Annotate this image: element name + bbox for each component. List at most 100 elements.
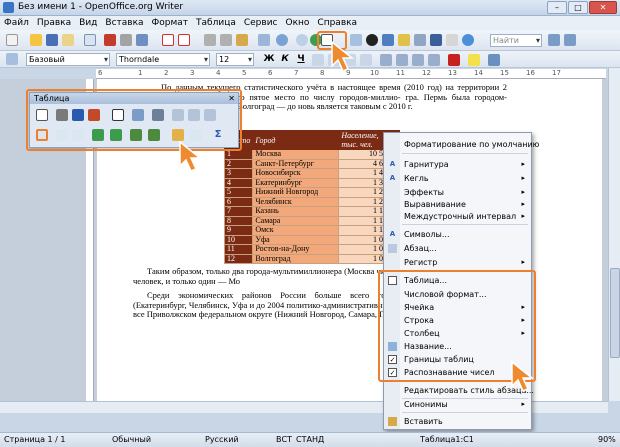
print-icon[interactable] <box>120 34 132 46</box>
redo-icon[interactable] <box>296 34 308 46</box>
table-cell-num[interactable]: 8 <box>223 215 254 226</box>
cut-icon[interactable] <box>204 34 216 46</box>
table-cell-city[interactable]: Челябинск <box>252 196 340 207</box>
table-cell-num[interactable]: 12 <box>223 253 254 264</box>
find-prev-icon[interactable] <box>548 34 560 46</box>
find-next-icon[interactable] <box>564 34 576 46</box>
autospellcheck-icon[interactable] <box>178 34 190 46</box>
menu-item-paste[interactable]: Вставить <box>384 416 531 427</box>
table-row: 1Москва10 563,0 <box>223 149 400 160</box>
table-row: 3Новосибирск1 409,0 <box>223 168 400 179</box>
justify-icon[interactable] <box>360 54 372 66</box>
menu-tools[interactable]: Сервис <box>240 16 282 30</box>
underline-button[interactable]: Ч <box>294 53 308 66</box>
menu-item-paragraph[interactable]: Абзац... <box>384 243 531 254</box>
font-color-icon[interactable] <box>448 54 460 66</box>
copy-icon[interactable] <box>220 34 232 46</box>
menu-item-size[interactable]: A Кегль ▸ <box>384 173 531 184</box>
table-cell-num[interactable]: 3 <box>223 168 254 179</box>
menu-item-characters[interactable]: A Символы... <box>384 229 531 240</box>
status-selection-mode[interactable]: СТАНД <box>296 435 324 444</box>
table-cell-city[interactable]: Новосибирск <box>252 168 340 179</box>
table-cell-city[interactable]: Самара <box>252 215 340 226</box>
datasources-icon[interactable] <box>414 34 426 46</box>
table-cell-num[interactable]: 9 <box>223 225 254 236</box>
menu-item-effects[interactable]: Эффекты ▸ <box>384 187 531 198</box>
table-cell-num[interactable]: 5 <box>223 187 254 198</box>
menu-item-edit-paragraph-style[interactable]: Редактировать стиль абзаца... <box>384 385 534 396</box>
table-cell-city[interactable]: Уфа <box>252 234 340 245</box>
table-cell-city[interactable]: Казань <box>252 206 340 217</box>
numbering-icon[interactable] <box>380 54 392 66</box>
menu-item-font[interactable]: A Гарнитура ▸ <box>384 159 531 170</box>
city-table[interactable]: Место Город Население, тыс. чел. 1Москва… <box>223 130 400 264</box>
paste-icon[interactable] <box>236 34 248 46</box>
find-icon[interactable] <box>366 34 378 46</box>
table-cell-city[interactable]: Волгоград <box>252 253 340 264</box>
scrollbar-thumb[interactable] <box>610 268 620 358</box>
help-icon[interactable] <box>462 34 474 46</box>
page-preview-icon[interactable] <box>136 34 148 46</box>
close-button[interactable]: ✕ <box>589 1 617 14</box>
bullets-icon[interactable] <box>396 54 408 66</box>
table-cell-city[interactable]: Ростов-на-Дону <box>252 244 340 255</box>
align-left-icon[interactable] <box>312 54 324 66</box>
menu-view[interactable]: Вид <box>75 16 101 30</box>
styles-icon[interactable] <box>6 53 18 65</box>
status-insert-mode[interactable]: ВСТ <box>276 435 292 444</box>
navigator-icon[interactable] <box>382 34 394 46</box>
menu-edit[interactable]: Правка <box>33 16 75 30</box>
highlight-color-icon[interactable] <box>468 54 480 66</box>
bold-button[interactable]: Ж <box>262 53 276 66</box>
menu-item-case[interactable]: Регистр ▸ <box>384 257 531 268</box>
email-icon[interactable] <box>62 34 74 46</box>
font-size-select[interactable]: 12 <box>216 53 254 66</box>
menu-item-synonyms[interactable]: Синонимы ▸ <box>384 399 531 410</box>
increase-indent-icon[interactable] <box>428 54 440 66</box>
maximize-button[interactable]: □ <box>568 1 588 14</box>
menu-table[interactable]: Таблица <box>192 16 240 30</box>
table-cell-city[interactable]: Нижний Новгород <box>252 187 340 198</box>
table-cell-num[interactable]: 7 <box>223 206 254 217</box>
menu-format[interactable]: Формат <box>148 16 193 30</box>
background-color-icon[interactable] <box>488 54 500 66</box>
table-cell-city[interactable]: Санкт-Петербург <box>252 158 340 169</box>
menu-item-default-format[interactable]: Форматирование по умолчанию <box>384 139 539 150</box>
menu-item-line-spacing[interactable]: Междустрочный интервал ▸ <box>384 211 531 222</box>
table-cell-city[interactable]: Москва <box>252 149 340 160</box>
export-pdf-icon[interactable] <box>104 34 116 46</box>
undo-icon[interactable] <box>276 34 288 46</box>
new-document-icon[interactable] <box>6 34 18 46</box>
edit-file-icon[interactable] <box>84 34 96 46</box>
table-cell-num[interactable]: 10 <box>223 234 254 245</box>
paragraph-style-select[interactable]: Базовый <box>26 53 110 66</box>
table-cell-city[interactable]: Омск <box>252 225 340 236</box>
formatting-marks-icon[interactable] <box>430 34 442 46</box>
gallery-icon[interactable] <box>398 34 410 46</box>
menu-insert[interactable]: Вставка <box>101 16 147 30</box>
find-input[interactable]: Найти <box>490 34 542 47</box>
menu-item-label: Гарнитура <box>404 160 449 169</box>
table-cell-num[interactable]: 2 <box>223 158 254 169</box>
spellcheck-icon[interactable] <box>162 34 174 46</box>
menu-item-alignment[interactable]: Выравнивание ▸ <box>384 199 531 210</box>
save-icon[interactable] <box>46 34 58 46</box>
menu-file[interactable]: Файл <box>0 16 33 30</box>
vertical-scrollbar[interactable] <box>608 68 620 401</box>
table-cell-num[interactable]: 6 <box>223 196 254 207</box>
status-zoom[interactable]: 90% <box>598 435 616 444</box>
menu-item-label: Регистр <box>404 258 438 267</box>
menu-window[interactable]: Окно <box>282 16 314 30</box>
table-cell-num[interactable]: 4 <box>223 177 254 188</box>
decrease-indent-icon[interactable] <box>412 54 424 66</box>
table-cell-city[interactable]: Екатеринбург <box>252 177 340 188</box>
format-brush-icon[interactable] <box>258 34 270 46</box>
table-cell-num[interactable]: 11 <box>223 244 254 255</box>
zoom-icon[interactable] <box>446 34 458 46</box>
table-header-city[interactable]: Город <box>252 130 340 150</box>
font-name-select[interactable]: Thorndale <box>116 53 210 66</box>
open-folder-icon[interactable] <box>30 34 42 46</box>
menu-help[interactable]: Справка <box>313 16 361 30</box>
italic-button[interactable]: К <box>278 53 292 66</box>
minimize-button[interactable]: – <box>547 1 567 14</box>
